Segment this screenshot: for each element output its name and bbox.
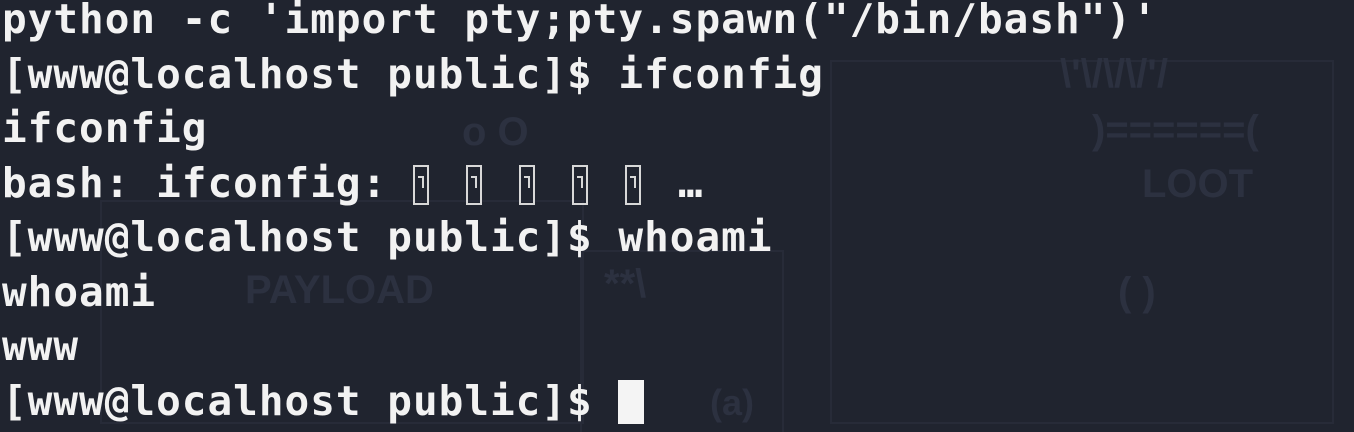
text-cursor[interactable] bbox=[618, 379, 645, 424]
shell-prompt: [www@localhost public]$ bbox=[2, 376, 619, 425]
error-prefix: bash: ifconfig: bbox=[2, 158, 413, 207]
error-ellipsis: … bbox=[677, 158, 704, 207]
terminal-line: www bbox=[2, 322, 80, 370]
unknown-glyph-box bbox=[518, 164, 535, 205]
unknown-glyphs bbox=[412, 159, 678, 207]
terminal-output: python -c 'import pty;pty.spawn("/bin/ba… bbox=[2, 0, 1354, 428]
terminal-line: [www@localhost public]$ whoami bbox=[2, 213, 773, 261]
terminal-line: [www@localhost public]$ ifconfig bbox=[2, 49, 824, 98]
terminal-line: ifconfig bbox=[2, 104, 208, 152]
terminal-line-error: bash: ifconfig: … bbox=[2, 156, 1354, 211]
terminal-line: whoami bbox=[2, 267, 157, 316]
terminal-line: python -c 'import pty;pty.spawn("/bin/ba… bbox=[2, 0, 1158, 43]
unknown-glyph-box bbox=[571, 164, 588, 205]
terminal-prompt-line[interactable]: [www@localhost public]$ bbox=[2, 374, 1354, 429]
unknown-glyph-box bbox=[465, 164, 482, 205]
unknown-glyph-box bbox=[624, 164, 641, 205]
terminal-window[interactable]: PAYLOAD LOOT \'\/\/\/'/ )======( o O **\… bbox=[0, 0, 1354, 432]
unknown-glyph-box bbox=[412, 164, 429, 205]
